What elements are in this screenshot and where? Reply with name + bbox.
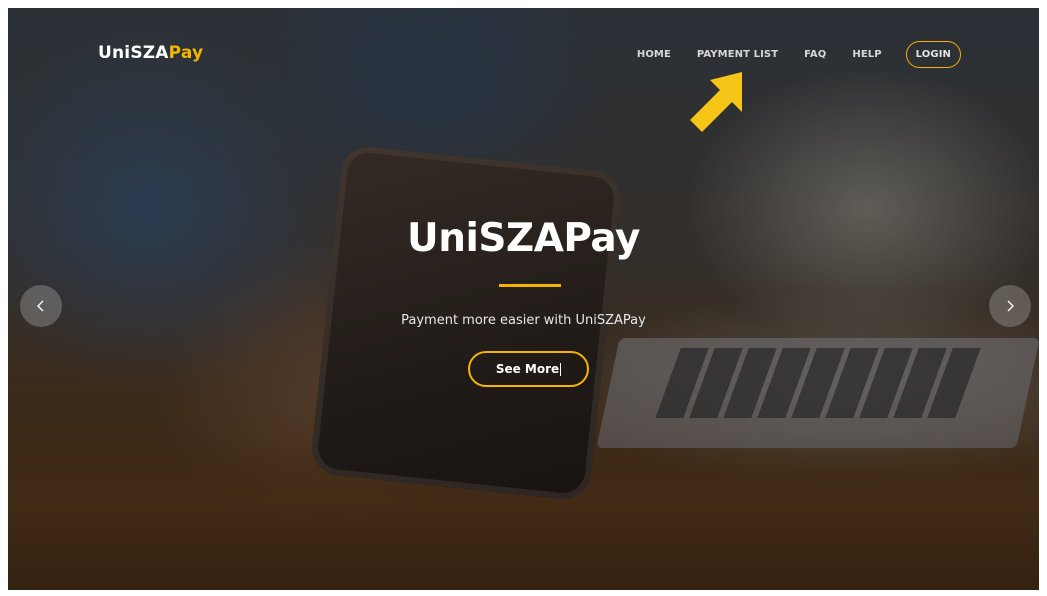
brand-logo[interactable]: UniSZAPay xyxy=(98,43,203,63)
brand-name-part1: UniSZA xyxy=(98,43,169,63)
hero-subtitle: Payment more easier with UniSZAPay xyxy=(401,313,646,328)
navbar: UniSZAPay HOME PAYMENT LIST FAQ HELP LOG… xyxy=(8,8,1039,100)
login-button[interactable]: LOGIN xyxy=(905,40,961,68)
arrow-pointer-icon xyxy=(690,72,742,132)
chevron-right-icon xyxy=(1007,300,1014,312)
hero-divider xyxy=(499,284,561,287)
hero-section: UniSZAPay HOME PAYMENT LIST FAQ HELP LOG… xyxy=(8,8,1039,590)
nav-item-help[interactable]: HELP xyxy=(852,49,881,60)
brand-name-part2: Pay xyxy=(168,43,204,63)
chevron-left-icon xyxy=(37,300,44,312)
see-more-label: See More xyxy=(495,362,560,376)
nav-item-faq[interactable]: FAQ xyxy=(804,49,826,60)
hero-title: UniSZAPay xyxy=(407,216,640,261)
carousel-next-button[interactable] xyxy=(989,285,1031,327)
carousel-prev-button[interactable] xyxy=(20,285,62,327)
see-more-button[interactable]: See More xyxy=(468,351,589,387)
nav-item-payment-list[interactable]: PAYMENT LIST xyxy=(697,49,778,60)
text-cursor xyxy=(560,362,562,376)
main-nav: HOME PAYMENT LIST FAQ HELP LOGIN xyxy=(637,39,961,69)
nav-item-home[interactable]: HOME xyxy=(637,49,671,60)
